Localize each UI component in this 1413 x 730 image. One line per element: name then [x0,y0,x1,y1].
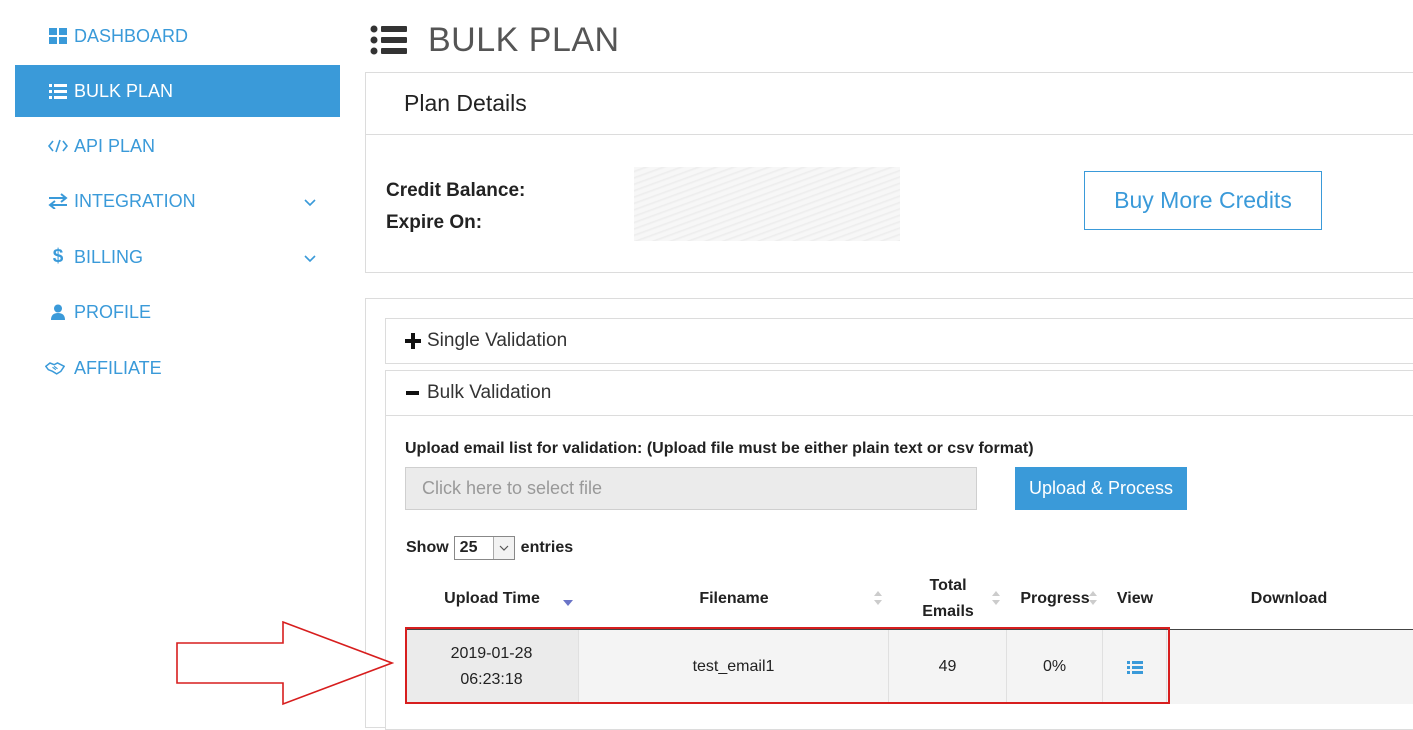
chevron-down-icon[interactable] [304,247,316,263]
upload-date: 2019-01-28 [450,645,533,662]
page-header: BULK PLAN [370,18,620,62]
sidebar-item-label: AFFILIATE [74,357,162,378]
cell-view [1103,630,1167,704]
list-icon [370,25,407,55]
entries-length-control: Show 25 entries [406,536,573,560]
sidebar-item-bulk-plan[interactable]: BULK PLAN [15,65,340,117]
sidebar-item-billing[interactable]: $ BILLING [15,231,340,283]
sidebar-item-label: BULK PLAN [74,80,174,101]
redacted-values [634,167,900,241]
sidebar-item-affiliate[interactable]: AFFILIATE [15,342,340,394]
column-header-download: Download [1250,590,1328,607]
credit-info-labels: Credit Balance: Expire On: [386,175,525,239]
plan-details-title: Plan Details [366,73,1413,135]
minus-icon [406,391,419,395]
chevron-down-icon [492,537,514,559]
handshake-icon [45,358,65,378]
column-header-total-emails[interactable]: Total Emails [889,569,1007,629]
bulk-validation-label: Bulk Validation [427,382,552,403]
column-header-upload-time[interactable]: Upload Time [405,569,579,629]
cell-upload-time: 2019-01-28 06:23:18 [405,630,579,704]
entries-label: entries [520,539,574,556]
bulk-validation-header[interactable]: Bulk Validation [386,371,1413,416]
expire-on-label: Expire On: [386,212,483,233]
upload-instructions: Upload email list for validation: (Uploa… [405,440,1034,457]
exchange-icon [48,191,68,211]
sidebar-item-label: BILLING [74,246,144,267]
plan-details-panel: Plan Details Credit Balance: Expire On: … [365,72,1413,273]
sidebar-item-profile[interactable]: PROFILE [15,286,340,338]
annotation-arrow-icon [176,621,394,706]
sort-icon[interactable] [1088,590,1098,606]
list-icon [48,81,68,101]
credit-balance-label: Credit Balance: [386,180,526,201]
chevron-down-icon[interactable] [304,191,316,207]
sort-icon[interactable] [873,590,883,606]
dollar-icon: $ [52,246,64,267]
sidebar-item-label: DASHBOARD [74,25,189,46]
upload-process-button[interactable]: Upload & Process [1015,467,1187,510]
upload-time: 06:23:18 [460,671,523,688]
single-validation-label: Single Validation [427,330,568,351]
sidebar-item-dashboard[interactable]: DASHBOARD [15,10,340,62]
cell-filename: test_email1 [579,630,889,704]
column-header-view: View [1116,590,1154,607]
column-header-filename[interactable]: Filename [579,569,889,629]
table-row: 2019-01-28 06:23:18 test_email1 49 0% [405,630,1413,704]
validation-panel: Single Validation Bulk Validation Upload… [365,298,1413,730]
plus-icon [405,333,421,349]
cell-download [1167,630,1413,704]
user-icon [48,302,68,322]
buy-more-credits-button[interactable]: Buy More Credits [1084,171,1322,230]
sidebar-item-label: API PLAN [74,135,156,156]
dashboard-icon [48,26,68,46]
list-icon[interactable] [1126,660,1143,674]
sidebar-item-integration[interactable]: INTEGRATION [15,175,340,227]
page-title: BULK PLAN [428,20,620,59]
entries-select[interactable]: 25 [453,536,515,560]
sidebar-item-label: PROFILE [74,301,152,322]
cell-progress: 0% [1007,630,1103,704]
sort-icon[interactable] [991,590,1001,606]
sidebar: DASHBOARD BULK PLAN API PLAN INTEGRATION… [0,0,355,712]
sidebar-item-api-plan[interactable]: API PLAN [15,120,340,172]
entries-selected-value: 25 [459,539,478,556]
sort-desc-icon[interactable] [563,595,573,611]
sidebar-item-label: INTEGRATION [74,190,196,211]
file-select-input[interactable]: Click here to select file [405,467,977,510]
cell-total-emails: 49 [889,630,1007,704]
single-validation-accordion[interactable]: Single Validation [385,318,1413,364]
single-validation-header[interactable]: Single Validation [386,319,1413,363]
show-label: Show [406,539,449,556]
code-icon [48,136,68,156]
